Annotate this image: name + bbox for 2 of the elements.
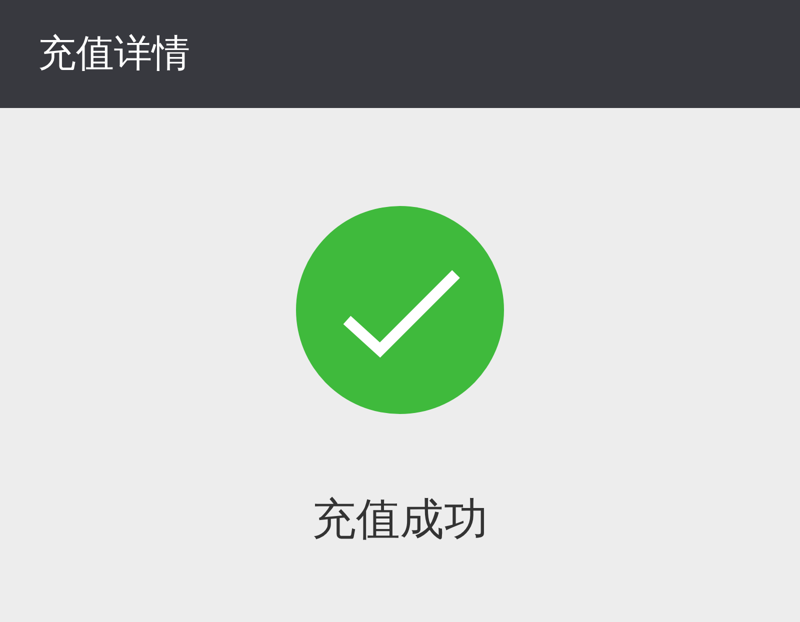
result-message: 充值成功 [312,494,488,547]
page-title: 充值详情 [38,31,190,77]
